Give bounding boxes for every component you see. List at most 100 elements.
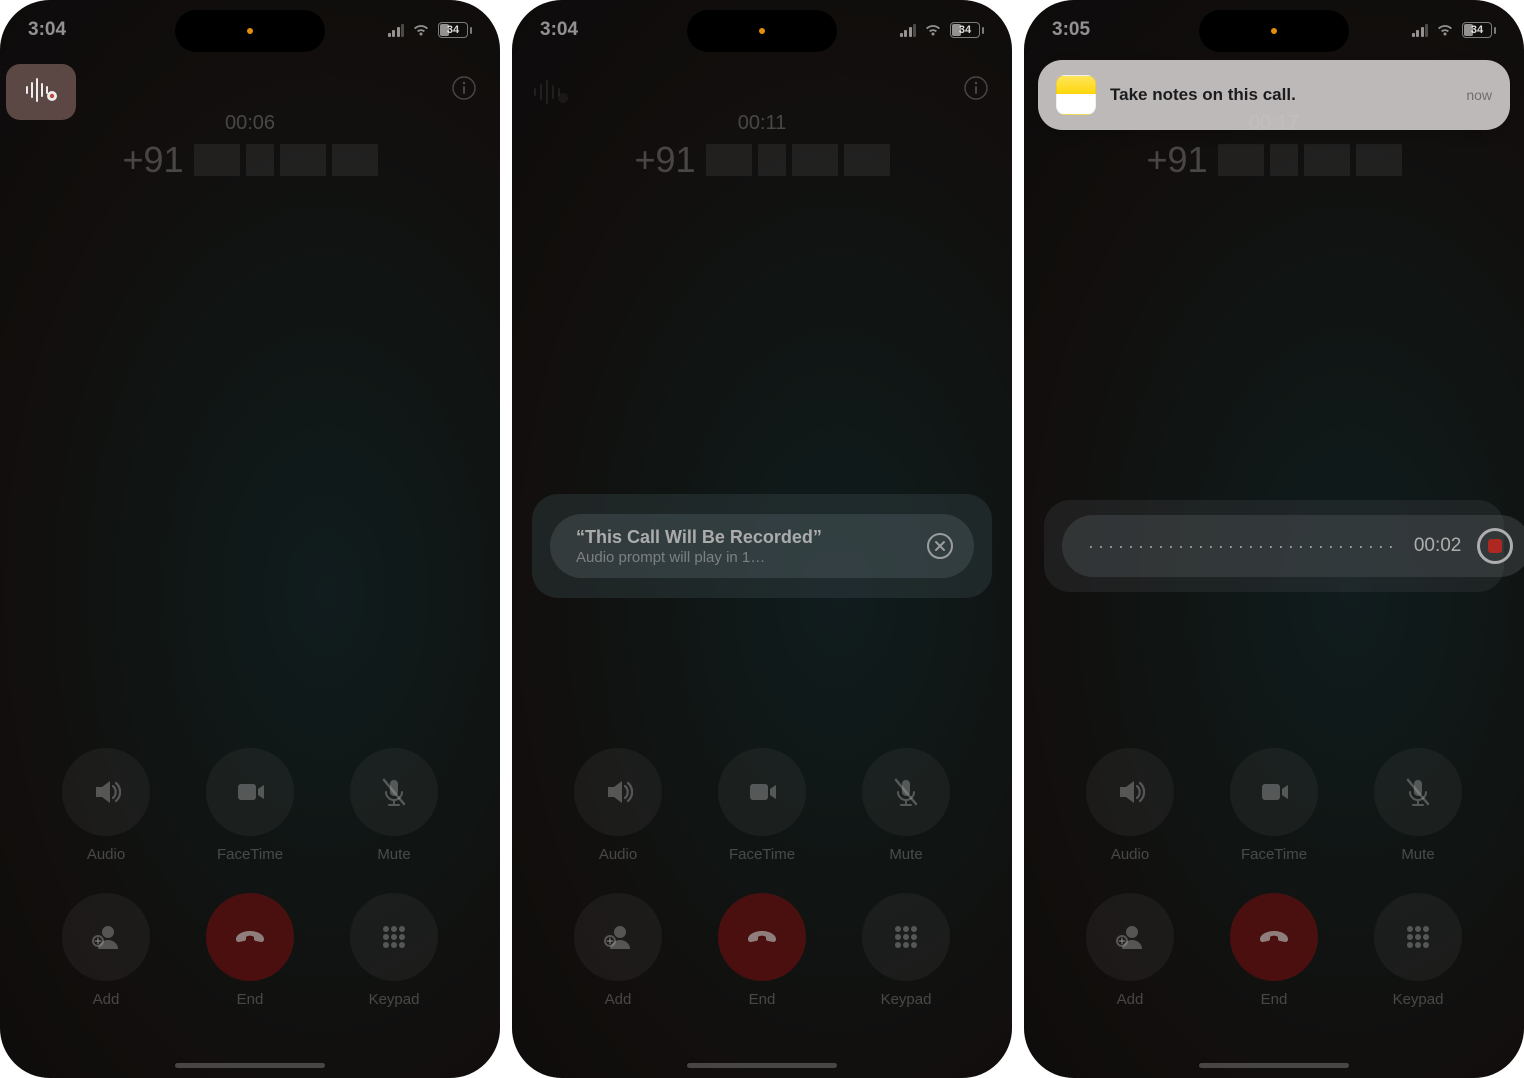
notification-time: now (1466, 87, 1492, 103)
status-right: 34 (900, 22, 985, 38)
start-recording-button[interactable] (6, 64, 76, 120)
caller-number: +91 (512, 139, 1012, 181)
audio-label: Audio (599, 846, 637, 863)
country-code: +91 (122, 139, 183, 181)
home-indicator[interactable] (1199, 1063, 1349, 1068)
facetime-button[interactable]: FaceTime (1202, 748, 1346, 863)
mute-label: Mute (889, 846, 922, 863)
call-info-button[interactable] (962, 74, 990, 102)
facetime-label: FaceTime (217, 846, 283, 863)
end-call-button[interactable]: End (178, 893, 322, 1008)
add-call-button[interactable]: Add (1058, 893, 1202, 1008)
dynamic-island (687, 10, 837, 52)
facetime-button[interactable]: FaceTime (178, 748, 322, 863)
recording-dot-icon (247, 28, 253, 34)
recording-dot-icon (759, 28, 765, 34)
call-duration: 00:06 (0, 112, 500, 135)
mute-button[interactable]: Mute (834, 748, 978, 863)
recording-announcement-popup: “This Call Will Be Recorded” Audio promp… (532, 494, 992, 598)
status-time: 3:05 (1052, 19, 1090, 41)
dynamic-island (175, 10, 325, 52)
end-label: End (237, 991, 264, 1008)
country-code: +91 (634, 139, 695, 181)
battery-level: 34 (1471, 24, 1483, 36)
notification-text: Take notes on this call. (1110, 85, 1466, 105)
wifi-icon (923, 23, 943, 37)
add-label: Add (93, 991, 120, 1008)
call-info-button[interactable] (450, 74, 478, 102)
keypad-label: Keypad (881, 991, 932, 1008)
call-header: 00:06 +91 (0, 112, 500, 181)
waveform-track: ······························· (1088, 536, 1398, 557)
facetime-label: FaceTime (1241, 846, 1307, 863)
recording-popup-subtitle: Audio prompt will play in 1… (576, 549, 926, 566)
dynamic-island (1199, 10, 1349, 52)
stop-icon (1488, 539, 1502, 553)
stop-recording-button[interactable] (1477, 528, 1513, 564)
audio-label: Audio (1111, 846, 1149, 863)
add-label: Add (1117, 991, 1144, 1008)
battery-level: 34 (447, 24, 459, 36)
country-code: +91 (1146, 139, 1207, 181)
cellular-signal-icon (900, 24, 917, 37)
keypad-label: Keypad (1393, 991, 1444, 1008)
audio-button[interactable]: Audio (1058, 748, 1202, 863)
end-label: End (749, 991, 776, 1008)
cancel-recording-button[interactable] (926, 532, 954, 560)
notes-notification-banner[interactable]: Take notes on this call. now (1038, 60, 1510, 130)
call-controls: Audio FaceTime Mute Add End Keypad (1024, 748, 1524, 1008)
caller-number: +91 (1024, 139, 1524, 181)
cellular-signal-icon (1412, 24, 1429, 37)
wifi-icon (1435, 23, 1455, 37)
end-call-button[interactable]: End (690, 893, 834, 1008)
end-call-button[interactable]: End (1202, 893, 1346, 1008)
cellular-signal-icon (388, 24, 405, 37)
battery-icon: 34 (1462, 22, 1496, 38)
facetime-button[interactable]: FaceTime (690, 748, 834, 863)
mute-label: Mute (377, 846, 410, 863)
battery-icon: 34 (950, 22, 984, 38)
mute-button[interactable]: Mute (1346, 748, 1490, 863)
recording-popup-title: “This Call Will Be Recorded” (576, 527, 926, 548)
audio-label: Audio (87, 846, 125, 863)
phone-screen-3: 3:05 34 Take notes on this call. now 00:… (1024, 0, 1524, 1078)
call-controls: Audio FaceTime Mute Add End Keypad (0, 748, 500, 1008)
call-controls: Audio FaceTime Mute Add End Keypad (512, 748, 1012, 1008)
keypad-button[interactable]: Keypad (1346, 893, 1490, 1008)
recording-bar: ······························· 00:02 (1044, 500, 1504, 592)
keypad-button[interactable]: Keypad (834, 893, 978, 1008)
call-duration: 00:11 (512, 112, 1012, 135)
home-indicator[interactable] (175, 1063, 325, 1068)
add-call-button[interactable]: Add (546, 893, 690, 1008)
status-time: 3:04 (540, 19, 578, 41)
recording-duration: 00:02 (1414, 535, 1462, 557)
facetime-label: FaceTime (729, 846, 795, 863)
notes-app-icon (1056, 75, 1096, 115)
keypad-button[interactable]: Keypad (322, 893, 466, 1008)
mute-button[interactable]: Mute (322, 748, 466, 863)
phone-screen-1: 3:04 34 00:06 +91 Audio (0, 0, 500, 1078)
status-time: 3:04 (28, 19, 66, 41)
waveform-ghost-icon (532, 78, 570, 111)
home-indicator[interactable] (687, 1063, 837, 1068)
wifi-icon (411, 23, 431, 37)
audio-button[interactable]: Audio (34, 748, 178, 863)
battery-level: 34 (959, 24, 971, 36)
end-label: End (1261, 991, 1288, 1008)
redacted-number (706, 144, 890, 176)
caller-number: +91 (0, 139, 500, 181)
redacted-number (194, 144, 378, 176)
battery-icon: 34 (438, 22, 472, 38)
call-header: 00:11 +91 (512, 112, 1012, 181)
mute-label: Mute (1401, 846, 1434, 863)
status-right: 34 (1412, 22, 1497, 38)
add-label: Add (605, 991, 632, 1008)
recording-dot-icon (1271, 28, 1277, 34)
redacted-number (1218, 144, 1402, 176)
status-right: 34 (388, 22, 473, 38)
waveform-record-icon (24, 77, 58, 108)
keypad-label: Keypad (369, 991, 420, 1008)
audio-button[interactable]: Audio (546, 748, 690, 863)
add-call-button[interactable]: Add (34, 893, 178, 1008)
phone-screen-2: 3:04 34 00:11 +91 “This Call Will Be Rec… (512, 0, 1012, 1078)
